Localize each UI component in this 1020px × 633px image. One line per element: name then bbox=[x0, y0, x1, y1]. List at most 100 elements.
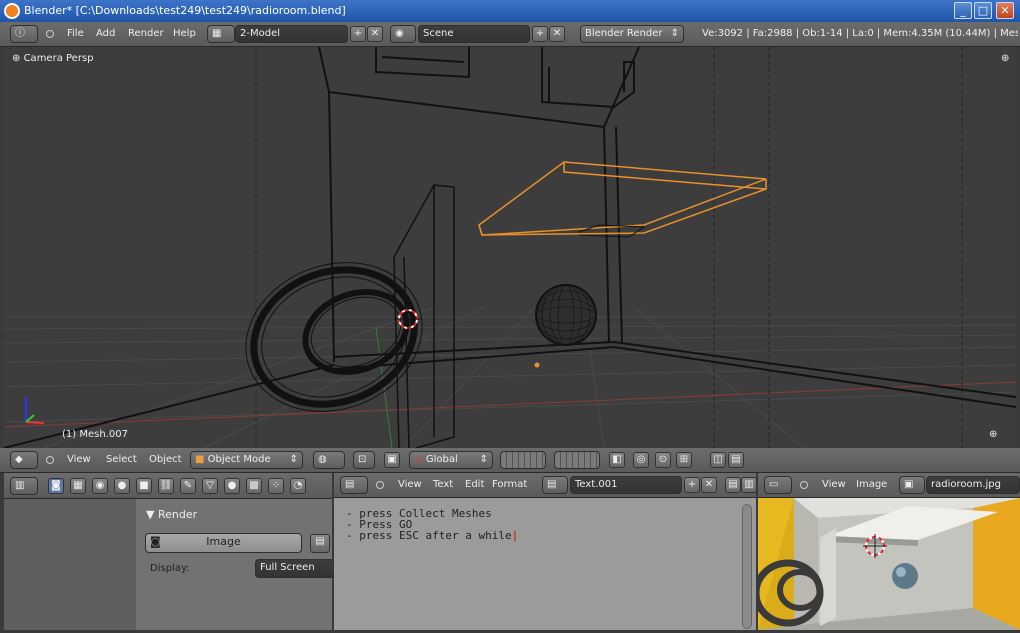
image-name-field[interactable]: radioroom.jpg bbox=[926, 476, 1020, 494]
collapse-menus-icon[interactable] bbox=[800, 481, 808, 489]
layer-buttons-2[interactable] bbox=[554, 451, 600, 469]
menu-view[interactable]: View bbox=[398, 473, 422, 497]
display-label: Display: bbox=[150, 563, 190, 574]
window-title-bar: Blender* [C:\Downloads\test249\test249\r… bbox=[0, 0, 1020, 22]
material-tab-icon[interactable]: ● bbox=[224, 478, 240, 494]
object-tab-icon[interactable]: ■ bbox=[136, 478, 152, 494]
layer-buttons-1[interactable] bbox=[500, 451, 546, 469]
text-browse[interactable]: ▤ bbox=[542, 476, 568, 494]
3d-cursor-icon bbox=[394, 305, 422, 333]
menu-format[interactable]: Format bbox=[492, 473, 527, 497]
render-animation-icon[interactable]: ▤ bbox=[728, 452, 744, 468]
view-name-label: Camera Persp bbox=[23, 53, 94, 64]
text-editor-area[interactable]: - press Collect Meshes - Press GO - pres… bbox=[334, 498, 756, 630]
line-numbers-icon[interactable]: ▤ bbox=[725, 477, 741, 493]
render-image-button[interactable]: ◙ Image bbox=[145, 533, 302, 553]
scene-field[interactable]: Scene bbox=[418, 25, 530, 43]
scene-browse[interactable]: ◉ bbox=[390, 25, 416, 43]
editor-type-button[interactable]: ▤ bbox=[340, 476, 368, 494]
particles-tab-icon[interactable]: ⁘ bbox=[268, 478, 284, 494]
word-wrap-icon[interactable]: ▥ bbox=[741, 477, 757, 493]
menu-help[interactable]: Help bbox=[173, 22, 196, 46]
editor-type-button[interactable]: ▭ bbox=[764, 476, 792, 494]
3d-viewport[interactable]: ⊕ Camera Persp ⊕ (1) Mesh.007 ⊕ bbox=[4, 47, 1016, 448]
transform-orientation-select[interactable]: ⊥ Global ⇕ bbox=[409, 451, 493, 469]
render-icon[interactable]: ◫ bbox=[710, 452, 726, 468]
text-scrollbar[interactable] bbox=[742, 504, 752, 629]
scene-tab-icon[interactable]: ◉ bbox=[92, 478, 108, 494]
menu-image[interactable]: Image bbox=[856, 473, 887, 497]
image-editor-icon: ▭ bbox=[769, 479, 779, 490]
properties-left-strip bbox=[4, 499, 136, 630]
text-name-field[interactable]: Text.001 bbox=[570, 476, 682, 494]
collapse-menus-icon[interactable] bbox=[376, 481, 384, 489]
editor-type-button[interactable]: ◆ bbox=[10, 451, 38, 469]
snap-toggle-icon[interactable]: ⊙ bbox=[655, 452, 671, 468]
data-tab-icon[interactable]: ▽ bbox=[202, 478, 218, 494]
add-scene-icon[interactable]: + bbox=[532, 26, 548, 42]
scene-icon: ◉ bbox=[395, 28, 404, 39]
axis-orientation-icon: ⊥ bbox=[414, 454, 423, 465]
editor-type-button[interactable]: ⓘ bbox=[10, 25, 38, 43]
menu-add[interactable]: Add bbox=[96, 22, 115, 46]
menu-view[interactable]: View bbox=[67, 448, 91, 472]
text-line: - press ESC after a while| bbox=[346, 530, 518, 541]
maximize-button[interactable]: □ bbox=[974, 2, 992, 19]
menu-select[interactable]: Select bbox=[106, 448, 137, 472]
menu-text[interactable]: Text bbox=[433, 473, 453, 497]
modifiers-tab-icon[interactable]: ✎ bbox=[180, 478, 196, 494]
snap-element-icon[interactable]: ⊞ bbox=[676, 452, 692, 468]
rendered-image-preview bbox=[752, 498, 1020, 630]
image-editor-area[interactable] bbox=[752, 498, 1020, 630]
corner-plus-icon[interactable]: ⊕ bbox=[1001, 53, 1009, 64]
menu-render[interactable]: Render bbox=[128, 22, 164, 46]
render-tab-icon[interactable]: ◙ bbox=[48, 478, 64, 494]
pivot-point-select[interactable]: ⊡ bbox=[353, 451, 375, 469]
world-tab-icon[interactable]: ● bbox=[114, 478, 130, 494]
screen-layout-browse[interactable]: ▦ bbox=[207, 25, 235, 43]
physics-tab-icon[interactable]: ◔ bbox=[290, 478, 306, 494]
constraints-tab-icon[interactable]: ⛓ bbox=[158, 478, 174, 494]
minimize-button[interactable]: _ bbox=[954, 2, 972, 19]
viewport-shading-select[interactable]: ◍ bbox=[313, 451, 345, 469]
delete-screen-icon[interactable]: ✕ bbox=[367, 26, 383, 42]
editor-type-button[interactable]: ▥ bbox=[10, 477, 38, 495]
info-header: ⓘ File Add Render Help ▦ 2-Model + ✕ ◉ S… bbox=[0, 22, 1020, 47]
info-icon: ⓘ bbox=[15, 28, 25, 39]
screen-layout-field[interactable]: 2-Model bbox=[235, 25, 348, 43]
image-editor-header: ▭ View Image ▣ radioroom.jpg bbox=[758, 473, 1020, 498]
sphere-mesh bbox=[535, 284, 597, 346]
render-panel-header[interactable]: ▼ Render bbox=[146, 508, 197, 521]
collapse-menus-icon[interactable] bbox=[46, 456, 54, 464]
render-engine-select[interactable]: Blender Render ⇕ bbox=[580, 25, 684, 43]
blender-logo-icon bbox=[4, 3, 20, 19]
display-select[interactable]: Full Screen bbox=[255, 559, 335, 578]
image-browse[interactable]: ▣ bbox=[899, 476, 925, 494]
corner-plus-icon[interactable]: ⊕ bbox=[12, 53, 20, 64]
cube-icon: ■ bbox=[195, 454, 205, 465]
mode-select[interactable]: ■ Object Mode ⇕ bbox=[190, 451, 303, 469]
close-button[interactable]: ✕ bbox=[996, 2, 1014, 19]
menu-file[interactable]: File bbox=[67, 22, 84, 46]
unlink-text-icon[interactable]: ✕ bbox=[701, 477, 717, 493]
new-text-icon[interactable]: + bbox=[684, 477, 700, 493]
texture-tab-icon[interactable]: ▩ bbox=[246, 478, 262, 494]
delete-scene-icon[interactable]: ✕ bbox=[549, 26, 565, 42]
proportional-edit-icon[interactable]: ◎ bbox=[633, 452, 649, 468]
add-screen-icon[interactable]: + bbox=[350, 26, 366, 42]
corner-plus-icon[interactable]: ⊕ bbox=[989, 429, 997, 440]
render-layers-tab-icon[interactable]: ▦ bbox=[70, 478, 86, 494]
lock-layers-icon[interactable]: ◧ bbox=[609, 452, 625, 468]
collapse-menus-icon[interactable] bbox=[46, 30, 54, 38]
manipulator-icon[interactable]: ▣ bbox=[384, 452, 400, 468]
mode-label: Object Mode bbox=[207, 454, 271, 465]
properties-header: ▥ ◙ ▦ ◉ ● ■ ⛓ ✎ ▽ ● ▩ ⁘ ◔ bbox=[4, 473, 332, 499]
render-animation-button[interactable]: ▤ bbox=[310, 534, 330, 553]
render-image-icon: ◙ bbox=[150, 535, 161, 548]
menu-edit[interactable]: Edit bbox=[465, 473, 484, 497]
text-file-icon: ▤ bbox=[547, 479, 557, 490]
render-panel-title: Render bbox=[157, 508, 198, 521]
menu-object[interactable]: Object bbox=[149, 448, 182, 472]
properties-editor: ▼ Render ◙ Image ▤ Display: Full Screen bbox=[4, 499, 335, 630]
menu-view[interactable]: View bbox=[822, 473, 846, 497]
